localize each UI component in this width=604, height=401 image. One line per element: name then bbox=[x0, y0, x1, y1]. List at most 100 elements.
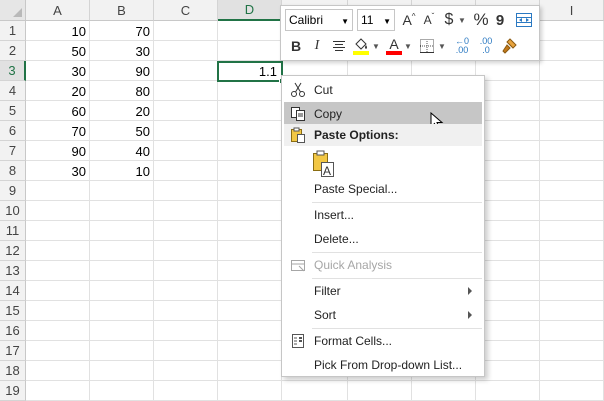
cell-a2[interactable]: 50 bbox=[26, 41, 90, 61]
font-color-button[interactable]: A bbox=[385, 35, 403, 57]
cell-a7[interactable]: 90 bbox=[26, 141, 90, 161]
column-header-b[interactable]: B bbox=[90, 0, 154, 21]
chevron-down-icon[interactable]: ▼ bbox=[403, 35, 413, 57]
bold-button[interactable]: B bbox=[287, 35, 305, 57]
chevron-down-icon[interactable]: ▼ bbox=[371, 35, 381, 57]
row-header-10[interactable]: 10 bbox=[0, 201, 26, 221]
row-header-11[interactable]: 11 bbox=[0, 221, 26, 241]
menu-item-cut-label: Cut bbox=[314, 83, 333, 97]
italic-button[interactable]: I bbox=[308, 35, 326, 57]
percent-icon: % bbox=[473, 10, 489, 29]
align-center-icon bbox=[333, 41, 345, 51]
copy-icon bbox=[291, 107, 305, 121]
row-header-1[interactable]: 1 bbox=[0, 21, 26, 41]
menu-item-quick-analysis[interactable]: Quick Analysis bbox=[284, 253, 482, 277]
align-center-button[interactable] bbox=[329, 35, 349, 57]
borders-icon bbox=[420, 39, 434, 53]
bold-icon: B bbox=[290, 38, 302, 54]
format-painter-button[interactable] bbox=[499, 35, 519, 57]
chevron-down-icon[interactable]: ▼ bbox=[437, 35, 447, 57]
cell-b3[interactable]: 90 bbox=[90, 61, 154, 81]
grid-line bbox=[26, 380, 604, 381]
menu-item-quick-analysis-label: Quick Analysis bbox=[314, 258, 393, 272]
row-header-17[interactable]: 17 bbox=[0, 341, 26, 361]
column-header-i[interactable]: I bbox=[540, 0, 604, 21]
row-header-6[interactable]: 6 bbox=[0, 121, 26, 141]
font-name-box[interactable]: Calibri ▼ bbox=[285, 9, 353, 31]
row-header-12[interactable]: 12 bbox=[0, 241, 26, 261]
cell-a4[interactable]: 20 bbox=[26, 81, 90, 101]
increase-decimal-button[interactable]: ←0 .00 bbox=[451, 35, 473, 57]
font-size-box[interactable]: 11 ▼ bbox=[357, 9, 395, 31]
menu-item-copy-label: Copy bbox=[314, 107, 343, 121]
active-cell[interactable]: 1.1 bbox=[217, 61, 285, 84]
chevron-down-icon[interactable]: ▼ bbox=[457, 9, 467, 31]
cell-a6[interactable]: 70 bbox=[26, 121, 90, 141]
row-header-2[interactable]: 2 bbox=[0, 41, 26, 61]
menu-item-cut[interactable]: Cut bbox=[284, 78, 482, 102]
menu-item-sort[interactable]: Sort bbox=[284, 303, 482, 327]
decrease-font-size-button[interactable]: Aˇ bbox=[419, 9, 439, 31]
cell-b7[interactable]: 40 bbox=[90, 141, 154, 161]
row-header-7[interactable]: 7 bbox=[0, 141, 26, 161]
cell-b1[interactable]: 70 bbox=[90, 21, 154, 41]
row-header-9[interactable]: 9 bbox=[0, 181, 26, 201]
currency-icon: $ bbox=[444, 11, 454, 28]
cell-a3[interactable]: 30 bbox=[26, 61, 90, 81]
menu-item-insert[interactable]: Insert... bbox=[284, 203, 482, 227]
accounting-format-button[interactable]: $ bbox=[441, 9, 457, 31]
chevron-down-icon: ▼ bbox=[341, 17, 349, 26]
paste-button[interactable]: A bbox=[312, 150, 336, 178]
row-header-8[interactable]: 8 bbox=[0, 161, 26, 181]
borders-button[interactable] bbox=[417, 35, 437, 57]
cell-b4[interactable]: 80 bbox=[90, 81, 154, 101]
menu-item-delete[interactable]: Delete... bbox=[284, 227, 482, 251]
format-cells-icon bbox=[292, 334, 304, 348]
menu-item-insert-label: Insert... bbox=[314, 208, 355, 222]
cell-b6[interactable]: 50 bbox=[90, 121, 154, 141]
font-color-swatch bbox=[386, 51, 402, 55]
row-header-19[interactable]: 19 bbox=[0, 381, 26, 401]
menu-item-sort-label: Sort bbox=[314, 308, 337, 322]
cell-a1[interactable]: 10 bbox=[26, 21, 90, 41]
row-header-15[interactable]: 15 bbox=[0, 301, 26, 321]
menu-item-pick-from-list[interactable]: Pick From Drop-down List... bbox=[284, 353, 482, 377]
row-header-13[interactable]: 13 bbox=[0, 261, 26, 281]
mini-toolbar: Calibri ▼ 11 ▼ A ^ Aˇ $ ▼ % 9 B I ▼ A ▼ … bbox=[280, 5, 540, 61]
column-header-c[interactable]: C bbox=[154, 0, 218, 21]
cell-a8[interactable]: 30 bbox=[26, 161, 90, 181]
merge-center-button[interactable] bbox=[513, 9, 535, 31]
row-header-4[interactable]: 4 bbox=[0, 81, 26, 101]
cell-a5[interactable]: 60 bbox=[26, 101, 90, 121]
increase-font-size-button[interactable]: A ^ bbox=[399, 9, 419, 31]
paint-bucket-icon bbox=[353, 38, 369, 55]
menu-item-format-cells[interactable]: Format Cells... bbox=[284, 329, 482, 353]
comma-style-button[interactable]: 9 bbox=[493, 9, 507, 31]
fill-color-button[interactable] bbox=[351, 35, 371, 57]
paste-options-header: Paste Options: bbox=[284, 124, 482, 146]
row-header-5[interactable]: 5 bbox=[0, 101, 26, 121]
column-header-a[interactable]: A bbox=[26, 0, 90, 21]
select-all-button[interactable] bbox=[0, 0, 26, 21]
active-cell-value: 1.1 bbox=[258, 64, 277, 79]
row-header-16[interactable]: 16 bbox=[0, 321, 26, 341]
cell-b8[interactable]: 10 bbox=[90, 161, 154, 181]
menu-item-delete-label: Delete... bbox=[314, 232, 359, 246]
grid-line bbox=[539, 21, 540, 401]
quick-analysis-icon bbox=[291, 260, 305, 272]
row-header-3[interactable]: 3 bbox=[0, 61, 26, 81]
row-header-18[interactable]: 18 bbox=[0, 361, 26, 381]
paste-options-label: Paste Options: bbox=[314, 128, 399, 142]
menu-item-paste-special[interactable]: Paste Special... bbox=[284, 177, 482, 201]
svg-text:A: A bbox=[323, 164, 331, 178]
menu-item-copy[interactable]: Copy bbox=[284, 102, 482, 131]
menu-item-filter[interactable]: Filter bbox=[284, 279, 482, 303]
percent-style-button[interactable]: % bbox=[471, 9, 491, 31]
clipboard-icon bbox=[291, 127, 305, 143]
row-header-14[interactable]: 14 bbox=[0, 281, 26, 301]
menu-item-format-cells-label: Format Cells... bbox=[314, 334, 393, 348]
decrease-decimal-button[interactable]: .00 .0 bbox=[475, 35, 497, 57]
cell-b5[interactable]: 20 bbox=[90, 101, 154, 121]
cell-b2[interactable]: 30 bbox=[90, 41, 154, 61]
column-header-d[interactable]: D bbox=[218, 0, 282, 21]
